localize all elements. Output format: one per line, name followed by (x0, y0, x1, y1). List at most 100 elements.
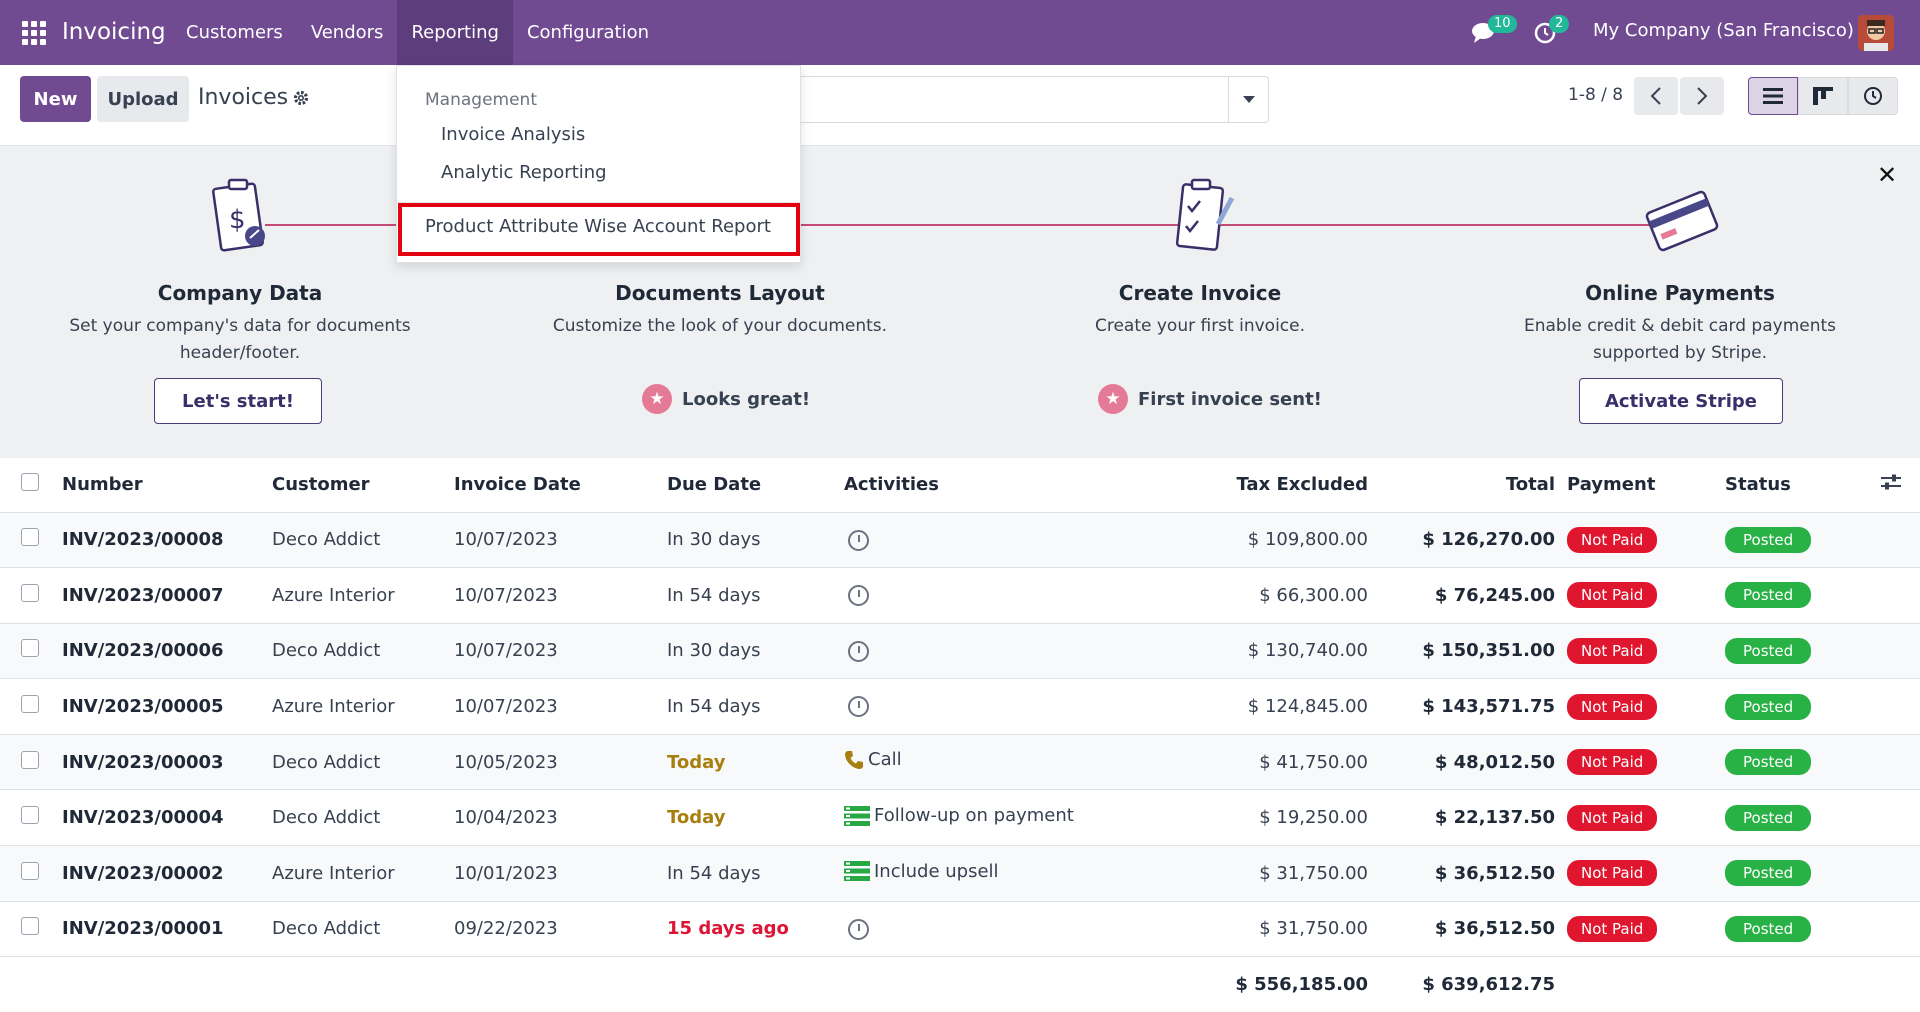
customer-name: Deco Addict (272, 789, 454, 847)
column-status[interactable]: Status (1725, 458, 1865, 513)
schedule-activity-clock-icon[interactable] (848, 640, 869, 662)
activate-stripe-button[interactable]: Activate Stripe (1579, 378, 1783, 424)
row-checkbox[interactable] (21, 917, 39, 936)
tax-excluded-amount: $ 109,800.00 (1084, 512, 1368, 569)
search-bar[interactable] (780, 76, 1269, 123)
menu-item-invoice-analysis[interactable]: Invoice Analysis (441, 124, 585, 145)
invoice-number: INV/2023/00008 (62, 512, 272, 569)
schedule-activity-clock-icon[interactable] (848, 696, 869, 718)
row-checkbox[interactable] (21, 583, 39, 602)
step-done-label: Looks great! (682, 388, 811, 410)
lets-start-button[interactable]: Let's start! (154, 378, 322, 424)
pager-next-button[interactable] (1680, 77, 1724, 115)
select-all-checkbox[interactable] (21, 473, 39, 492)
row-checkbox[interactable] (21, 806, 39, 825)
activity-cell (844, 512, 1084, 569)
menu-vendors[interactable]: Vendors (297, 0, 398, 65)
status-cell: Posted (1725, 789, 1865, 847)
customer-name: Deco Addict (272, 734, 454, 791)
total-amount: $ 48,012.50 (1368, 734, 1555, 791)
list-view-button[interactable] (1748, 77, 1798, 115)
payment-status-badge: Not Paid (1567, 637, 1658, 664)
column-customer[interactable]: Customer (272, 458, 454, 513)
row-select-cell (0, 623, 62, 680)
column-total[interactable]: Total (1368, 458, 1555, 513)
row-checkbox[interactable] (21, 639, 39, 658)
customer-name: Deco Addict (272, 623, 454, 680)
activity-todo[interactable]: Follow-up on payment (844, 805, 1074, 826)
user-avatar[interactable] (1858, 15, 1894, 51)
activity-cell (844, 623, 1084, 680)
optional-columns-toggle[interactable] (1865, 458, 1920, 513)
invoice-number: INV/2023/00007 (62, 567, 272, 624)
table-row[interactable]: INV/2023/00007 Azure Interior 10/07/2023 In… (0, 567, 1920, 624)
table-row[interactable]: INV/2023/00004 Deco Addict 10/04/2023 Today… (0, 789, 1920, 847)
company-switcher[interactable]: My Company (San Francisco) (1593, 20, 1854, 41)
select-all-cell (0, 458, 62, 513)
activity-view-button[interactable] (1848, 77, 1898, 115)
step-done-indicator: ★ First invoice sent! (1098, 384, 1322, 414)
step-description: Set your company's data for documents he… (69, 316, 411, 363)
search-options-toggle[interactable] (1228, 77, 1268, 122)
payment-status-badge: Not Paid (1567, 804, 1658, 831)
schedule-activity-clock-icon[interactable] (848, 585, 869, 607)
menu-configuration[interactable]: Configuration (513, 0, 663, 65)
table-row[interactable]: INV/2023/00002 Azure Interior 10/01/2023 In… (0, 845, 1920, 902)
activity-call[interactable]: Call (844, 749, 902, 770)
highlight-box (398, 203, 800, 256)
schedule-activity-clock-icon[interactable] (848, 529, 869, 551)
row-spacer (1865, 567, 1920, 624)
column-invoice-date[interactable]: Invoice Date (454, 458, 667, 513)
table-row[interactable]: INV/2023/00008 Deco Addict 10/07/2023 In 30… (0, 512, 1920, 569)
table-row[interactable]: INV/2023/00001 Deco Addict 09/22/2023 15 da… (0, 901, 1920, 958)
row-checkbox[interactable] (21, 750, 39, 769)
payment-cell: Not Paid (1555, 901, 1725, 958)
total-amount: $ 150,351.00 (1368, 623, 1555, 680)
new-button[interactable]: New (20, 76, 91, 122)
invoice-date: 10/07/2023 (454, 567, 667, 624)
row-checkbox[interactable] (21, 695, 39, 714)
menu-reporting[interactable]: Reporting (397, 0, 513, 65)
upload-button[interactable]: Upload (97, 76, 189, 122)
caret-down-icon (1242, 95, 1255, 103)
table-row[interactable]: INV/2023/00005 Azure Interior 10/07/2023 In… (0, 678, 1920, 735)
row-select-cell (0, 901, 62, 958)
status-cell: Posted (1725, 734, 1865, 791)
kanban-view-button[interactable] (1798, 77, 1848, 115)
menu-customers[interactable]: Customers (172, 0, 297, 65)
pager-previous-button[interactable] (1634, 77, 1678, 115)
column-payment[interactable]: Payment (1555, 458, 1725, 513)
activity-todo[interactable]: Include upsell (844, 861, 999, 882)
tax-excluded-amount: $ 130,740.00 (1084, 623, 1368, 680)
invoice-date: 09/22/2023 (454, 901, 667, 958)
due-date: In 30 days (667, 623, 844, 680)
status-badge: Posted (1725, 526, 1812, 553)
row-select-cell (0, 789, 62, 847)
menu-item-analytic-reporting[interactable]: Analytic Reporting (441, 162, 607, 183)
close-onboarding-icon[interactable]: ✕ (1877, 161, 1897, 189)
activity-label: Follow-up on payment (874, 805, 1074, 827)
status-badge: Posted (1725, 693, 1812, 720)
payment-cell: Not Paid (1555, 734, 1725, 791)
invoice-date: 10/07/2023 (454, 512, 667, 569)
schedule-activity-clock-icon[interactable] (848, 918, 869, 940)
column-due-date[interactable]: Due Date (667, 458, 844, 513)
column-activities[interactable]: Activities (844, 458, 1084, 513)
column-tax-excluded[interactable]: Tax Excluded (1084, 458, 1368, 513)
app-brand[interactable]: Invoicing (62, 19, 166, 45)
apps-menu-icon[interactable] (22, 21, 46, 45)
payment-status-badge: Not Paid (1567, 582, 1658, 609)
clipboard-dollar-icon: $ (212, 178, 265, 252)
row-checkbox[interactable] (21, 861, 39, 880)
svg-text:$: $ (229, 205, 246, 235)
page-title: Invoices (198, 85, 289, 110)
row-checkbox[interactable] (21, 528, 39, 547)
table-row[interactable]: INV/2023/00003 Deco Addict 10/05/2023 Today… (0, 734, 1920, 791)
gear-icon[interactable] (292, 89, 310, 107)
pager-value[interactable]: 1-8 / 8 (1568, 85, 1623, 105)
table-row[interactable]: INV/2023/00006 Deco Addict 10/07/2023 In 30… (0, 623, 1920, 680)
todo-list-icon (844, 861, 870, 882)
column-number[interactable]: Number (62, 458, 272, 513)
credit-card-icon (1645, 190, 1719, 252)
status-cell: Posted (1725, 901, 1865, 958)
